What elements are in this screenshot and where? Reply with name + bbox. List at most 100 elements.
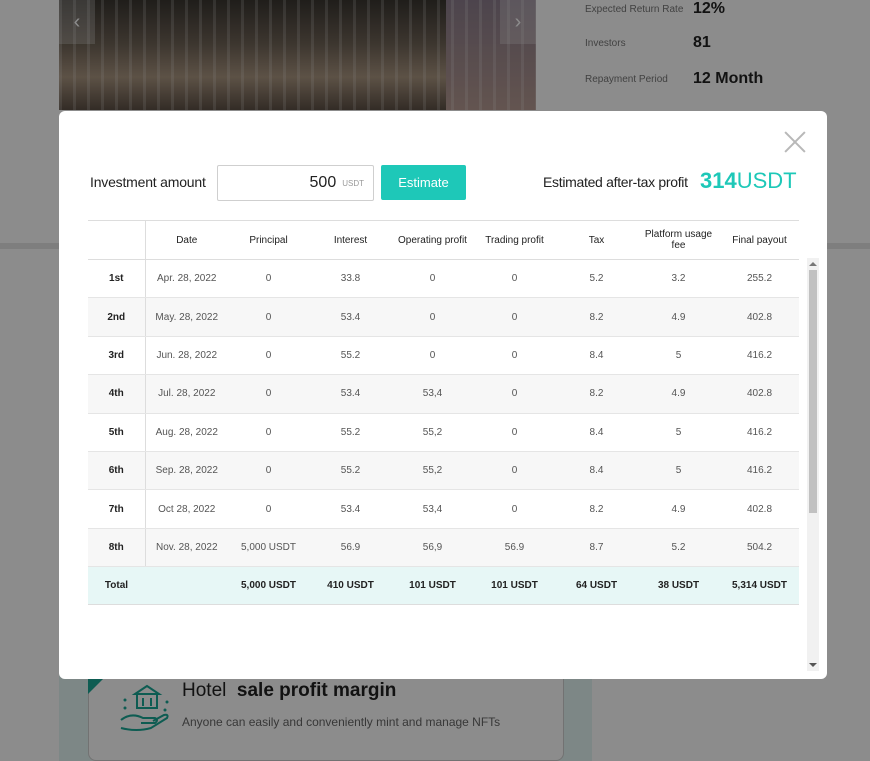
interest-cell: 53.4 — [309, 374, 392, 414]
total-principal-cell: 5,000 USDT — [228, 566, 309, 606]
interest-cell: 53.4 — [309, 297, 392, 337]
platform-fee-cell: 4.9 — [637, 297, 720, 337]
table-header-row: Date Principal Interest Operating profit… — [88, 220, 799, 260]
row-label: 5th — [88, 413, 146, 452]
row-label: 3rd — [88, 336, 146, 376]
table-row: 3rd Jun. 28, 2022 0 55.2 0 0 8.4 5 416.2 — [88, 336, 799, 376]
final-payout-cell: 416.2 — [720, 451, 799, 491]
total-date-cell — [145, 566, 228, 606]
total-operating-profit-cell: 101 USDT — [392, 566, 473, 606]
scroll-down-arrow-icon[interactable] — [809, 663, 817, 667]
after-tax-profit-label: Estimated after-tax profit — [543, 174, 688, 190]
trading-profit-cell: 0 — [473, 413, 556, 452]
operating-profit-cell: 53,4 — [392, 489, 473, 529]
tax-cell: 8.2 — [556, 297, 637, 337]
final-payout-cell: 504.2 — [720, 528, 799, 568]
tax-cell: 8.4 — [556, 413, 637, 452]
final-payout-cell: 255.2 — [720, 259, 799, 299]
final-payout-cell: 402.8 — [720, 374, 799, 414]
table-row: 7th Oct 28, 2022 0 53.4 53,4 0 8.2 4.9 402.8 — [88, 489, 799, 529]
table-row: 2nd May. 28, 2022 0 53.4 0 0 8.2 4.9 402.8 — [88, 297, 799, 337]
principal-cell: 0 — [228, 451, 309, 491]
operating-profit-cell: 56,9 — [392, 528, 473, 568]
row-label: 2nd — [88, 297, 146, 337]
date-cell: Nov. 28, 2022 — [145, 528, 228, 568]
investment-amount-input[interactable]: 500 USDT — [217, 165, 374, 201]
investment-amount-value: 500 — [309, 174, 337, 191]
payout-table: Date Principal Interest Operating profit… — [88, 220, 799, 606]
column-header-tax: Tax — [556, 220, 637, 260]
payout-table-container[interactable]: Date Principal Interest Operating profit… — [88, 220, 821, 673]
principal-cell: 0 — [228, 489, 309, 529]
table-row: 6th Sep. 28, 2022 0 55.2 55,2 0 8.4 5 416.2 — [88, 451, 799, 491]
trading-profit-cell: 0 — [473, 297, 556, 337]
row-label: 7th — [88, 489, 146, 529]
column-header-operating-profit: Operating profit — [392, 220, 473, 260]
row-label: 1st — [88, 259, 146, 299]
estimate-button[interactable]: Estimate — [381, 165, 466, 200]
interest-cell: 55.2 — [309, 451, 392, 491]
column-header-platform-fee: Platform usage fee — [637, 220, 720, 260]
platform-fee-cell: 5 — [637, 413, 720, 452]
date-cell: May. 28, 2022 — [145, 297, 228, 337]
scroll-up-arrow-icon[interactable] — [809, 262, 817, 266]
total-interest-cell: 410 USDT — [309, 566, 392, 606]
total-tax-cell: 64 USDT — [556, 566, 637, 606]
close-icon[interactable] — [782, 129, 808, 155]
tax-cell: 8.4 — [556, 336, 637, 376]
tax-cell: 5.2 — [556, 259, 637, 299]
interest-cell: 53.4 — [309, 489, 392, 529]
trading-profit-cell: 56.9 — [473, 528, 556, 568]
final-payout-cell: 402.8 — [720, 489, 799, 529]
operating-profit-cell: 0 — [392, 297, 473, 337]
tax-cell: 8.4 — [556, 451, 637, 491]
final-payout-cell: 416.2 — [720, 413, 799, 452]
profit-number: 314 — [700, 168, 737, 193]
date-cell: Jun. 28, 2022 — [145, 336, 228, 376]
operating-profit-cell: 55,2 — [392, 451, 473, 491]
principal-cell: 0 — [228, 336, 309, 376]
final-payout-cell: 402.8 — [720, 297, 799, 337]
principal-cell: 0 — [228, 374, 309, 414]
interest-cell: 55.2 — [309, 413, 392, 452]
platform-fee-cell: 5 — [637, 336, 720, 376]
final-payout-cell: 416.2 — [720, 336, 799, 376]
date-cell: Apr. 28, 2022 — [145, 259, 228, 299]
principal-cell: 5,000 USDT — [228, 528, 309, 568]
platform-fee-cell: 3.2 — [637, 259, 720, 299]
table-scrollbar[interactable] — [807, 258, 819, 671]
platform-fee-cell: 5.2 — [637, 528, 720, 568]
scrollbar-thumb[interactable] — [809, 270, 817, 513]
row-label: 6th — [88, 451, 146, 491]
column-header-final-payout: Final payout — [720, 220, 799, 260]
row-label: 4th — [88, 374, 146, 414]
after-tax-profit-value: 314USDT — [700, 168, 797, 194]
column-header-interest: Interest — [309, 220, 392, 260]
operating-profit-cell: 55,2 — [392, 413, 473, 452]
trading-profit-cell: 0 — [473, 489, 556, 529]
platform-fee-cell: 4.9 — [637, 489, 720, 529]
table-total-row: Total 5,000 USDT 410 USDT 101 USDT 101 USDT 6… — [88, 566, 799, 606]
table-row: 5th Aug. 28, 2022 0 55.2 55,2 0 8.4 5 416.2 — [88, 413, 799, 452]
column-header — [88, 220, 146, 260]
investment-amount-label: Investment amount — [90, 174, 206, 190]
tax-cell: 8.7 — [556, 528, 637, 568]
column-header-principal: Principal — [228, 220, 309, 260]
tax-cell: 8.2 — [556, 374, 637, 414]
date-cell: Oct 28, 2022 — [145, 489, 228, 529]
column-header-date: Date — [145, 220, 228, 260]
column-header-trading-profit: Trading profit — [473, 220, 556, 260]
trading-profit-cell: 0 — [473, 451, 556, 491]
platform-fee-cell: 5 — [637, 451, 720, 491]
principal-cell: 0 — [228, 259, 309, 299]
table-row: 1st Apr. 28, 2022 0 33.8 0 0 5.2 3.2 255.2 — [88, 259, 799, 299]
total-trading-profit-cell: 101 USDT — [473, 566, 556, 606]
date-cell: Jul. 28, 2022 — [145, 374, 228, 414]
investment-amount-unit: USDT — [342, 178, 364, 188]
date-cell: Aug. 28, 2022 — [145, 413, 228, 452]
profit-unit: USDT — [736, 168, 797, 193]
platform-fee-cell: 4.9 — [637, 374, 720, 414]
table-row: 8th Nov. 28, 2022 5,000 USDT 56.9 56,9 56.9 8.… — [88, 528, 799, 568]
trading-profit-cell: 0 — [473, 259, 556, 299]
operating-profit-cell: 0 — [392, 259, 473, 299]
